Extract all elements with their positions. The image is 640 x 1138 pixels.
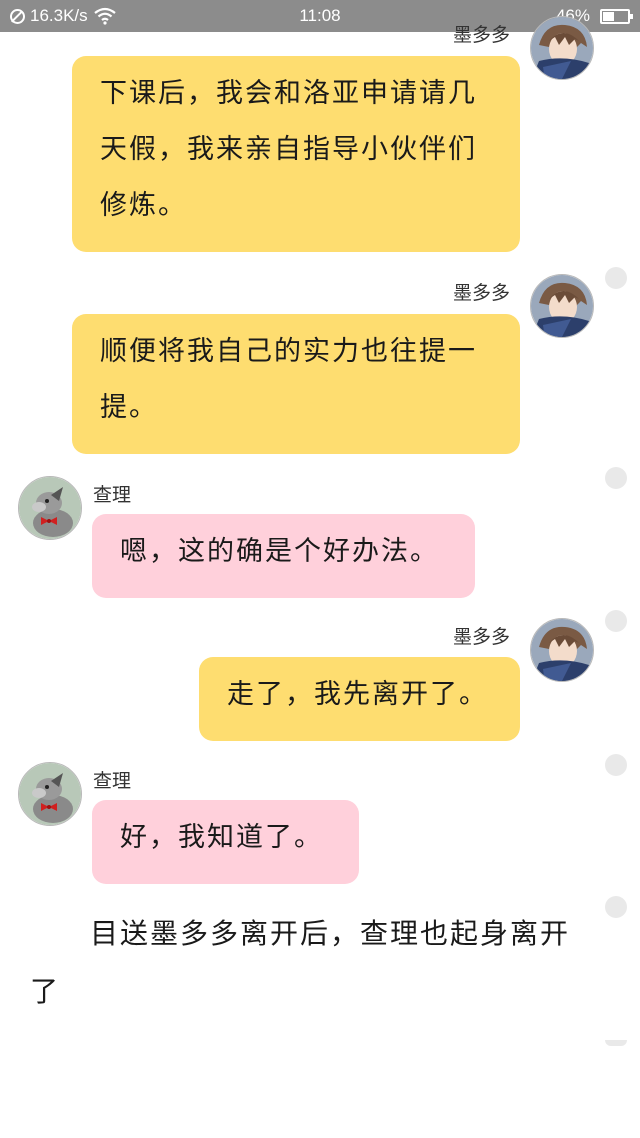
sender-name: 墨多多 [453, 24, 511, 46]
status-dot [605, 610, 627, 632]
battery-level [603, 11, 615, 21]
message-bubble: 走了，我先离开了。 [199, 657, 520, 741]
anime-boy-avatar-icon [531, 275, 593, 337]
message-bubble: 下课后，我会和洛亚申请请几天假，我来亲自指导小伙伴们修炼。 [72, 56, 520, 252]
modoodoo-avatar[interactable] [530, 618, 594, 682]
sender-name: 墨多多 [453, 626, 511, 648]
modoodoo-avatar[interactable] [530, 16, 594, 80]
message-bubble: 好，我知道了。 [92, 800, 359, 884]
charlie-avatar[interactable] [18, 762, 82, 826]
sender-name: 查理 [93, 770, 132, 792]
status-dot [605, 1040, 627, 1046]
status-dot [605, 896, 627, 918]
message-bubble: 嗯，这的确是个好办法。 [92, 514, 475, 598]
message-bubble: 顺便将我自己的实力也往提一提。 [72, 314, 520, 454]
sender-name: 墨多多 [453, 282, 511, 304]
battery-icon [600, 8, 633, 24]
status-dot [605, 267, 627, 289]
dog-avatar-icon [19, 477, 81, 539]
anime-boy-avatar-icon [531, 619, 593, 681]
status-dot [605, 754, 627, 776]
narration-text: 目送墨多多离开后，查理也起身离开了 [30, 917, 571, 1008]
sender-name: 查理 [93, 484, 132, 506]
status-dot [605, 467, 627, 489]
anime-boy-avatar-icon [531, 17, 593, 79]
modoodoo-avatar[interactable] [530, 274, 594, 338]
dog-avatar-icon [19, 763, 81, 825]
charlie-avatar[interactable] [18, 476, 82, 540]
